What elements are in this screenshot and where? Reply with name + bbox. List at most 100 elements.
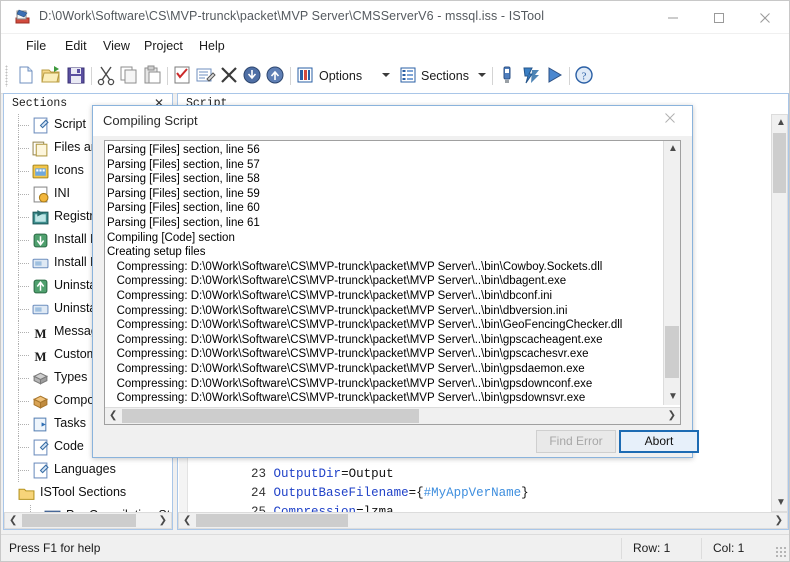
dialog-close-button[interactable] — [664, 112, 686, 130]
code-line-25: 25 Compression=lzma — [191, 491, 394, 512]
log-hscrollbar[interactable]: ❮ ❯ — [105, 407, 680, 424]
script-hscrollbar[interactable]: ❮ ❯ — [178, 512, 788, 529]
compile-log-line: Compressing: D:\0Work\Software\CS\MVP-tr… — [107, 304, 568, 317]
scroll-right-icon[interactable]: ❯ — [668, 411, 676, 421]
close-icon — [665, 113, 675, 123]
scroll-down-icon[interactable]: ▼ — [776, 498, 786, 508]
delete-button[interactable] — [218, 64, 242, 88]
tree-connector-vertical — [18, 459, 19, 482]
compile-log-line: Parsing [Files] section, line 57 — [107, 158, 260, 171]
status-col: Col: 1 — [713, 541, 745, 555]
menu-file[interactable]: File — [19, 38, 53, 57]
compile-log-line: Compressing: D:\0Work\Software\CS\MVP-tr… — [107, 362, 585, 375]
compile-log-line: Compressing: D:\0Work\Software\CS\MVP-tr… — [107, 319, 623, 332]
scroll-right-icon[interactable]: ❯ — [159, 516, 167, 526]
tree-connector — [18, 355, 30, 356]
menu-edit[interactable]: Edit — [58, 38, 94, 57]
scroll-left-icon[interactable]: ❮ — [109, 411, 117, 421]
menu-project[interactable]: Project — [137, 38, 190, 57]
dialog-titlebar: Compiling Script — [93, 106, 692, 136]
status-row: Row: 1 — [633, 541, 671, 555]
new-file-button[interactable] — [15, 64, 39, 88]
menu-view[interactable]: View — [96, 38, 137, 57]
close-button[interactable] — [743, 1, 789, 31]
tree-connector — [18, 424, 30, 425]
tree-connector-vertical — [18, 321, 19, 344]
options-label[interactable]: Options — [319, 69, 362, 83]
compile-log-line: Parsing [Files] section, line 61 — [107, 216, 260, 229]
compiling-script-dialog: Compiling Script Parsing [Files] section… — [92, 105, 699, 458]
copy-button[interactable] — [118, 64, 142, 88]
log-hscroll-thumb[interactable] — [122, 409, 419, 423]
options-icon-button[interactable] — [294, 64, 318, 88]
compile-log-line: Parsing [Files] section, line 59 — [107, 187, 260, 200]
edit-properties-button[interactable] — [195, 64, 219, 88]
scroll-left-icon[interactable]: ❮ — [183, 516, 191, 526]
log-vscroll-thumb[interactable] — [665, 326, 679, 378]
tree-connector — [18, 148, 30, 149]
save-file-button[interactable] — [65, 64, 89, 88]
status-hint: Press F1 for help — [9, 541, 101, 555]
build-setup-button[interactable] — [520, 64, 544, 88]
custom-messages-icon: M — [32, 347, 49, 364]
tree-connector-vertical — [18, 275, 19, 298]
compile-log-line: Parsing [Files] section, line 56 — [107, 144, 260, 156]
abort-button[interactable]: Abort — [619, 430, 699, 453]
sections-hscrollbar[interactable]: ❮ ❯ — [4, 512, 172, 529]
compile-icon — [503, 66, 511, 83]
svg-text:?: ? — [582, 71, 587, 83]
sections-tree-item-label: Tasks — [54, 416, 86, 430]
options-dropdown-arrow-icon[interactable] — [382, 73, 390, 77]
code-key-25: Compression — [273, 505, 357, 512]
move-up-button[interactable] — [264, 64, 288, 88]
check-button[interactable] — [171, 64, 195, 88]
minimize-button[interactable] — [651, 1, 697, 31]
tree-connector-vertical — [18, 229, 19, 252]
compile-log-box[interactable]: Parsing [Files] section, line 56 Parsing … — [104, 140, 681, 425]
compile-button[interactable] — [496, 64, 520, 88]
sections-tree-item-label: Code — [54, 439, 84, 453]
help-button[interactable]: ? — [573, 64, 597, 88]
tree-connector-vertical — [18, 344, 19, 367]
run-button[interactable] — [543, 64, 567, 88]
sections-label[interactable]: Sections — [421, 69, 469, 83]
istool-app-icon — [15, 9, 31, 25]
toolbar-grip[interactable] — [5, 65, 8, 87]
build-setup-icon — [523, 67, 539, 84]
copy-icon — [120, 66, 137, 84]
scroll-down-icon[interactable]: ▼ — [668, 392, 678, 402]
move-down-button[interactable] — [241, 64, 265, 88]
menu-help[interactable]: Help — [192, 38, 232, 57]
script-vscroll-thumb[interactable] — [773, 133, 786, 193]
sections-icon-button[interactable] — [397, 64, 421, 88]
scroll-left-icon[interactable]: ❮ — [9, 516, 17, 526]
paste-button[interactable] — [141, 64, 165, 88]
tree-connector — [18, 378, 30, 379]
script-vscrollbar[interactable]: ▲ ▼ — [771, 114, 788, 512]
sections-tree-item-istool-sections[interactable]: ISTool Sections — [4, 482, 172, 505]
sections-tree-item-label: Icons — [54, 163, 84, 177]
tree-connector — [18, 332, 30, 333]
code-brace-open-24: { — [416, 486, 424, 500]
maximize-button[interactable] — [697, 1, 743, 31]
resize-grip-icon[interactable] — [775, 546, 787, 558]
tree-connector — [18, 447, 30, 448]
line-number-25: 25 — [251, 505, 267, 512]
close-icon — [760, 13, 770, 23]
cut-button[interactable] — [95, 64, 119, 88]
script-hscroll-thumb[interactable] — [196, 514, 348, 527]
find-error-button[interactable]: Find Error — [536, 430, 616, 453]
scroll-up-icon[interactable]: ▲ — [668, 144, 678, 154]
compile-log-list: Parsing [Files] section, line 56 Parsing … — [107, 143, 663, 405]
log-vscrollbar[interactable]: ▲ ▼ — [663, 141, 680, 405]
scroll-right-icon[interactable]: ❯ — [775, 516, 783, 526]
open-file-button[interactable] — [40, 64, 64, 88]
sections-tree-item-languages[interactable]: Languages — [4, 459, 172, 482]
uninstall-delete-icon — [32, 278, 49, 295]
registry-icon — [32, 209, 49, 226]
toolbar: Options Sections ? — [1, 60, 789, 94]
sections-hscroll-thumb[interactable] — [22, 514, 136, 527]
sections-tree-item-label: ISTool Sections — [40, 485, 127, 499]
scroll-up-icon[interactable]: ▲ — [776, 118, 786, 128]
sections-dropdown-arrow-icon[interactable] — [478, 73, 486, 77]
